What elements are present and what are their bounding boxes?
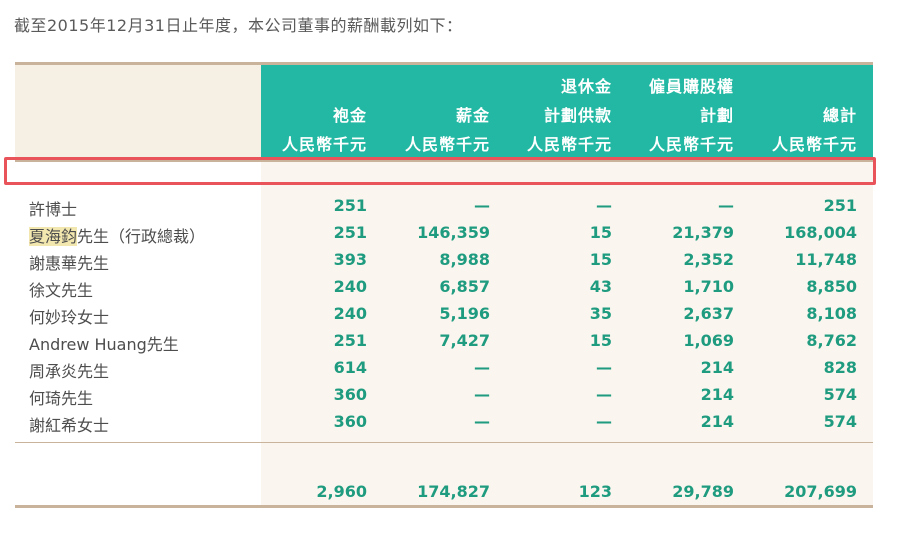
fees-cell: 240 <box>333 304 367 323</box>
pension-cell: 15 <box>589 223 612 242</box>
pension-cell: — <box>596 385 612 404</box>
pension-cell: — <box>596 196 612 215</box>
fees-cell: 240 <box>333 277 367 296</box>
share-option-cell: 2,637 <box>683 304 734 323</box>
pension-cell: 15 <box>589 250 612 269</box>
table-row: 周承炎先生 614 — — 214 828 <box>15 354 873 381</box>
fees-cell: 251 <box>333 331 367 350</box>
name-highlight: 夏海鈞 <box>29 227 78 246</box>
director-name: 許博士 <box>29 200 78 219</box>
pension-total: 123 <box>578 482 612 501</box>
total-cell: 574 <box>823 385 857 404</box>
column-header-pension: 退休金 計劃供款 人民幣千元 <box>526 77 612 154</box>
table-row: 謝紅希女士 360 — — 214 574 <box>15 408 873 435</box>
salary-cell: — <box>474 358 490 377</box>
share-option-cell: 214 <box>700 412 734 431</box>
director-name: Andrew Huang先生 <box>29 335 179 354</box>
share-option-total: 29,789 <box>672 482 734 501</box>
director-name: 謝惠華先生 <box>29 254 110 273</box>
director-name: 何妙玲女士 <box>29 308 110 327</box>
fees-cell: 614 <box>333 358 367 377</box>
fees-cell: 251 <box>333 196 367 215</box>
total-cell: 574 <box>823 412 857 431</box>
table-bottom-rule <box>15 505 873 508</box>
table-row: 何琦先生 360 — — 214 574 <box>15 381 873 408</box>
table-row-total: 2,960 174,827 123 29,789 207,699 <box>15 478 873 505</box>
pension-cell: 43 <box>589 277 612 296</box>
director-name: 周承炎先生 <box>29 362 110 381</box>
total-cell: 8,762 <box>806 331 857 350</box>
table-row-highlighted: 夏海鈞先生（行政總裁） 251 146,359 15 21,379 168,00… <box>15 219 873 246</box>
pension-cell: — <box>596 412 612 431</box>
share-option-cell: 214 <box>700 358 734 377</box>
share-option-cell: 214 <box>700 385 734 404</box>
director-name: 何琦先生 <box>29 389 94 408</box>
total-cell: 11,748 <box>795 250 857 269</box>
salary-total: 174,827 <box>417 482 490 501</box>
total-cell: 8,108 <box>806 304 857 323</box>
share-option-cell: 21,379 <box>672 223 734 242</box>
table-row: Andrew Huang先生 251 7,427 15 1,069 8,762 <box>15 327 873 354</box>
director-name: 徐文先生 <box>29 281 94 300</box>
table-header: 袍金 人民幣千元 薪金 人民幣千元 退休金 計劃供款 人民幣千元 僱員購股權 計… <box>15 65 873 160</box>
fees-total: 2,960 <box>316 482 367 501</box>
salary-cell: 8,988 <box>439 250 490 269</box>
ceo-row-highlight-box <box>4 157 876 185</box>
total-cell: 168,004 <box>784 223 857 242</box>
column-header-fees: 袍金 人民幣千元 <box>281 106 367 154</box>
salary-cell: 7,427 <box>439 331 490 350</box>
share-option-cell: 2,352 <box>683 250 734 269</box>
fees-cell: 251 <box>333 223 367 242</box>
table-row: 何妙玲女士 240 5,196 35 2,637 8,108 <box>15 300 873 327</box>
total-cell: 8,850 <box>806 277 857 296</box>
pension-cell: 15 <box>589 331 612 350</box>
table-row: 徐文先生 240 6,857 43 1,710 8,850 <box>15 273 873 300</box>
column-header-salary: 薪金 人民幣千元 <box>404 106 490 154</box>
total-separator-rule <box>15 442 873 443</box>
salary-cell: — <box>474 196 490 215</box>
salary-cell: 5,196 <box>439 304 490 323</box>
grand-total: 207,699 <box>784 482 857 501</box>
intro-text: 截至2015年12月31日止年度，本公司董事的薪酬載列如下： <box>14 16 463 35</box>
pension-cell: — <box>596 358 612 377</box>
salary-cell: — <box>474 412 490 431</box>
table-row: 謝惠華先生 393 8,988 15 2,352 11,748 <box>15 246 873 273</box>
share-option-cell: — <box>718 196 734 215</box>
total-cell: 828 <box>823 358 857 377</box>
column-header-total: 總計 人民幣千元 <box>771 106 857 154</box>
salary-cell: — <box>474 385 490 404</box>
share-option-cell: 1,069 <box>683 331 734 350</box>
share-option-cell: 1,710 <box>683 277 734 296</box>
column-header-share-option: 僱員購股權 計劃 人民幣千元 <box>648 77 734 154</box>
pension-cell: 35 <box>589 304 612 323</box>
fees-cell: 360 <box>333 385 367 404</box>
table-row: 許博士 251 — — — 251 <box>15 192 873 219</box>
director-name: 謝紅希女士 <box>29 416 110 435</box>
salary-cell: 6,857 <box>439 277 490 296</box>
salary-cell: 146,359 <box>417 223 490 242</box>
header-blank-cell <box>15 65 261 160</box>
fees-cell: 393 <box>333 250 367 269</box>
total-cell: 251 <box>823 196 857 215</box>
director-name: 夏海鈞先生（行政總裁） <box>29 227 206 246</box>
fees-cell: 360 <box>333 412 367 431</box>
